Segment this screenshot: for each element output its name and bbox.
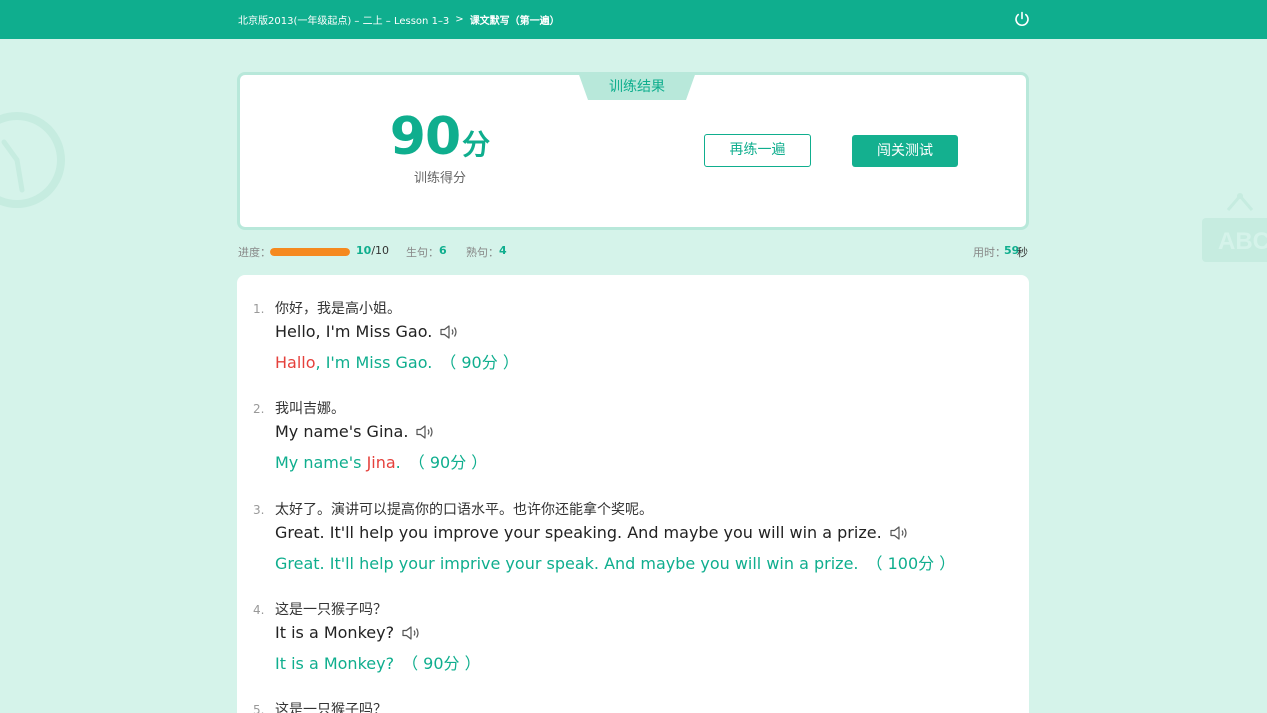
answer-score: （ 100分 ）: [866, 554, 956, 573]
speaker-icon[interactable]: [401, 625, 421, 641]
progress-bar: [270, 248, 350, 256]
result-card: 训练结果 90分 训练得分 再练一遍 闯关测试: [237, 72, 1029, 230]
answer-error: Jina: [366, 453, 396, 472]
abc-board-decoration-icon: ABC: [1198, 186, 1267, 266]
time-label: 用时：: [973, 246, 1006, 259]
progress-fill: [270, 248, 350, 256]
svg-text:ABC: ABC: [1218, 228, 1267, 255]
chinese-sentence: 这是一只猴子吗？: [275, 702, 387, 713]
answer-sentence: Hallo, I'm Miss Gao. （ 90分 ）: [275, 353, 519, 372]
result-tab-label: 训练结果: [609, 79, 665, 95]
speaker-icon[interactable]: [889, 525, 909, 541]
top-bar: 北京版2013(一年级起点) – 二上 – Lesson 1–3 > 课文默写（…: [0, 0, 1267, 39]
speaker-icon[interactable]: [415, 424, 435, 440]
score-value: 90分: [385, 107, 495, 167]
answer-score: （ 90分 ）: [408, 453, 488, 472]
result-tab: 训练结果: [578, 72, 696, 100]
known-sentences-label: 熟句：: [466, 246, 499, 259]
chinese-sentence: 太好了。演讲可以提高你的口语水平。也许你还能拿个奖呢。: [275, 502, 653, 518]
sentence-list: 1. 你好，我是高小姐。 Hello, I'm Miss Gao. Hallo,…: [237, 275, 1029, 713]
speaker-icon[interactable]: [439, 324, 459, 340]
item-index: 2.: [253, 402, 265, 416]
answer-score: （ 90分 ）: [402, 654, 481, 673]
breadcrumb-path[interactable]: 北京版2013(一年级起点) – 二上 – Lesson 1–3: [238, 12, 449, 27]
retry-button[interactable]: 再练一遍: [704, 134, 811, 167]
item-index: 5.: [253, 703, 265, 713]
item-index: 3.: [253, 503, 265, 517]
clock-decoration-icon: [0, 108, 72, 212]
power-icon[interactable]: [1013, 10, 1031, 28]
new-sentences-count: 6: [439, 244, 447, 257]
breadcrumb: 北京版2013(一年级起点) – 二上 – Lesson 1–3 > 课文默写（…: [238, 0, 560, 39]
answer-error: Hallo: [275, 353, 316, 372]
answer-sentence: It is a Monkey? （ 90分 ）: [275, 654, 481, 673]
item-index: 1.: [253, 302, 265, 316]
breadcrumb-separator: >: [455, 14, 464, 25]
chinese-sentence: 我叫吉娜。: [275, 401, 345, 417]
reference-sentence: Great. It'll help you improve your speak…: [275, 523, 909, 542]
progress-label: 进度：: [238, 246, 271, 259]
progress-count: 10/10: [356, 244, 390, 257]
challenge-test-button[interactable]: 闯关测试: [852, 135, 958, 167]
stats-bar: 进度： 10/10 生句： 6 熟句： 4 用时： 59 秒: [238, 244, 1028, 260]
reference-sentence: It is a Monkey?: [275, 623, 421, 642]
answer-sentence: My name's Jina. （ 90分 ）: [275, 453, 488, 472]
new-sentences-label: 生句：: [406, 246, 439, 259]
score-block: 90分 训练得分: [385, 107, 495, 186]
answer-score: （ 90分 ）: [440, 353, 519, 372]
reference-sentence: My name's Gina.: [275, 422, 435, 441]
time-unit: 秒: [1017, 246, 1028, 259]
chinese-sentence: 这是一只猴子吗？: [275, 602, 387, 618]
breadcrumb-current: 课文默写（第一遍）: [469, 16, 560, 27]
item-index: 4.: [253, 603, 265, 617]
answer-sentence: Great. It'll help your imprive your spea…: [275, 554, 956, 573]
score-number: 90: [389, 107, 461, 167]
chinese-sentence: 你好，我是高小姐。: [275, 301, 401, 317]
score-label: 训练得分: [413, 171, 466, 186]
score-unit: 分: [462, 128, 491, 161]
reference-sentence: Hello, I'm Miss Gao.: [275, 322, 459, 341]
known-sentences-count: 4: [499, 244, 507, 257]
